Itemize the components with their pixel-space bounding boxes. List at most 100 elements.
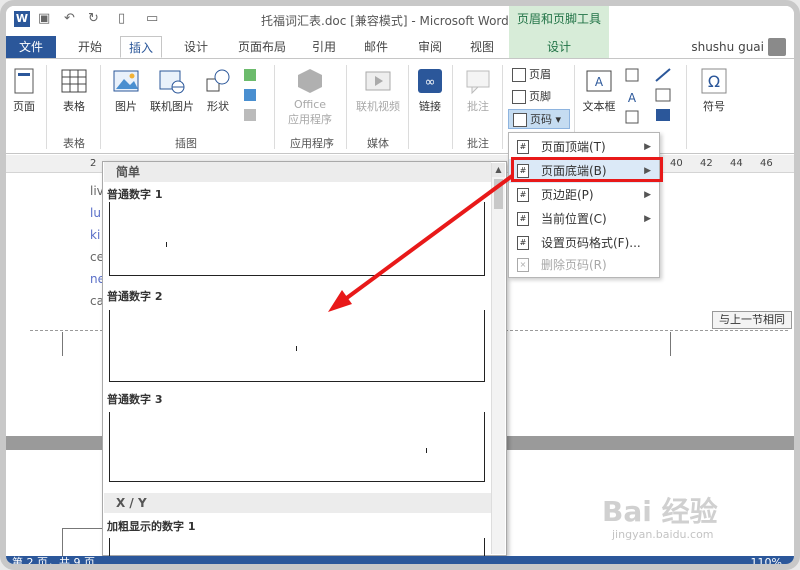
page-count[interactable]: 第 2 页，共 9 页 bbox=[12, 556, 95, 564]
tab-insert[interactable]: 插入 bbox=[120, 36, 163, 58]
online-video-label: 联机视频 bbox=[356, 100, 400, 113]
top-of-page-icon: # bbox=[517, 140, 529, 154]
gallery-item-plain-number-1[interactable] bbox=[109, 202, 485, 276]
new-doc-icon[interactable]: ▯ bbox=[118, 11, 125, 26]
menu-item-label: 删除页码(R) bbox=[541, 258, 607, 272]
footer-label: 页脚 bbox=[529, 90, 551, 103]
menu-item-page-margins[interactable]: # 页边距(P) ▶ bbox=[509, 183, 659, 207]
pages-label: 页面 bbox=[13, 100, 35, 113]
tab-hf-design[interactable]: 设计 bbox=[509, 36, 609, 58]
picture-label: 图片 bbox=[115, 100, 137, 113]
page-margins-icon: # bbox=[517, 188, 529, 202]
page-corner-mark bbox=[62, 332, 63, 356]
scroll-thumb[interactable] bbox=[494, 179, 503, 209]
watermark-logo: Bai 经验 bbox=[602, 495, 718, 528]
header-label: 页眉 bbox=[529, 68, 551, 81]
smartart-icon bbox=[244, 69, 256, 121]
svg-text:A: A bbox=[595, 75, 604, 89]
comment-button[interactable]: 批注 bbox=[458, 67, 498, 114]
ruler-tick: 42 bbox=[700, 158, 713, 169]
signature-button[interactable] bbox=[652, 67, 674, 130]
page-number-marker bbox=[166, 242, 167, 247]
zoom-level[interactable]: 110% bbox=[751, 556, 782, 564]
pages-button[interactable]: 页面 bbox=[10, 67, 38, 114]
quick-parts-button[interactable]: A bbox=[622, 67, 642, 130]
symbol-button[interactable]: Ω 符号 bbox=[694, 67, 734, 114]
scroll-up-icon[interactable]: ▲ bbox=[492, 163, 505, 177]
tab-home[interactable]: 开始 bbox=[70, 36, 110, 58]
office-apps-label-1: Office bbox=[293, 98, 327, 111]
link-label: 链接 bbox=[419, 100, 441, 113]
link-button[interactable]: ∞ 链接 bbox=[412, 67, 448, 114]
menu-item-current-position[interactable]: # 当前位置(C) ▶ bbox=[509, 207, 659, 231]
page-corner-mark bbox=[62, 528, 63, 556]
textbox-button[interactable]: A 文本框 bbox=[578, 67, 620, 114]
gallery-scrollbar[interactable]: ▲ bbox=[491, 163, 505, 554]
office-apps-icon bbox=[298, 69, 322, 93]
current-position-icon: # bbox=[517, 212, 529, 226]
picture-button[interactable]: 图片 bbox=[106, 67, 146, 114]
svg-text:A: A bbox=[628, 91, 637, 105]
tab-file[interactable]: 文件 bbox=[6, 36, 56, 58]
gallery-item-plain-number-3[interactable] bbox=[109, 412, 485, 482]
textbox-label: 文本框 bbox=[582, 100, 616, 113]
tab-view[interactable]: 视图 bbox=[462, 36, 502, 58]
gallery-item-label: 加粗显示的数字 1 bbox=[107, 520, 196, 533]
svg-text:∞: ∞ bbox=[425, 75, 436, 90]
window-title: 托福词汇表.doc [兼容模式] - Microsoft Word bbox=[261, 14, 509, 28]
online-picture-button[interactable]: 联机图片 bbox=[146, 67, 198, 114]
gallery-item-plain-number-2[interactable] bbox=[109, 310, 485, 382]
ruler-tick: 2 bbox=[90, 158, 97, 169]
gallery-section-simple: 简单 bbox=[104, 162, 491, 182]
shapes-button[interactable]: 形状 bbox=[200, 67, 236, 114]
header-button[interactable]: 页眉 bbox=[508, 65, 568, 85]
tab-review[interactable]: 审阅 bbox=[410, 36, 450, 58]
page-number-marker bbox=[296, 346, 297, 351]
omega-icon: Ω bbox=[701, 68, 727, 94]
page-number-marker bbox=[426, 448, 427, 453]
online-picture-label: 联机图片 bbox=[150, 100, 194, 113]
word-app-icon[interactable]: W bbox=[14, 11, 30, 27]
save-icon[interactable]: ▣ bbox=[38, 11, 50, 26]
menu-item-format-page-numbers[interactable]: # 设置页码格式(F)... bbox=[509, 231, 659, 255]
tab-design[interactable]: 设计 bbox=[176, 36, 216, 58]
apps-group-label: 应用程序 bbox=[290, 137, 334, 150]
video-icon bbox=[365, 71, 391, 91]
tab-mailings[interactable]: 邮件 bbox=[356, 36, 396, 58]
comment-label: 批注 bbox=[467, 100, 489, 113]
link-icon: ∞ bbox=[418, 69, 442, 93]
gallery-item-label: 普通数字 1 bbox=[107, 188, 163, 201]
page-icon bbox=[14, 68, 34, 94]
table-button[interactable]: 表格 bbox=[54, 67, 94, 114]
gallery-item-label: 普通数字 3 bbox=[107, 393, 163, 406]
avatar[interactable] bbox=[768, 38, 786, 56]
context-tools-label: 页眉和页脚工具 bbox=[509, 6, 609, 36]
tab-page-layout[interactable]: 页面布局 bbox=[230, 36, 294, 58]
comment-icon bbox=[466, 70, 490, 95]
online-video-button[interactable]: 联机视频 bbox=[352, 67, 404, 114]
office-apps-button[interactable]: Office 应用程序 bbox=[280, 67, 340, 127]
table-group-label: 表格 bbox=[63, 137, 85, 150]
undo-icon[interactable]: ↶ bbox=[64, 11, 75, 26]
page-corner-mark bbox=[62, 528, 102, 529]
gallery-item-label: 普通数字 2 bbox=[107, 290, 163, 303]
user-name[interactable]: shushu guai bbox=[691, 36, 764, 58]
submenu-arrow-icon: ▶ bbox=[644, 214, 651, 224]
watermark-url: jingyan.baidu.com bbox=[612, 528, 714, 541]
redo-icon[interactable]: ↻ bbox=[88, 11, 99, 26]
menu-item-remove-page-numbers[interactable]: × 删除页码(R) bbox=[509, 253, 659, 277]
ribbon-tabs: 文件 开始 插入 设计 页面布局 引用 邮件 审阅 视图 设计 shushu g… bbox=[6, 36, 794, 58]
ruler-tick: 40 bbox=[670, 158, 683, 169]
ribbon-insert: 页面 表格 表格 图片 联机图片 形状 插图 Office 应用程序 应用程序 … bbox=[6, 58, 794, 154]
textbox-icon: A bbox=[586, 70, 612, 92]
ruler-tick: 46 bbox=[760, 158, 773, 169]
media-group-label: 媒体 bbox=[367, 137, 389, 150]
remove-page-numbers-icon: × bbox=[517, 258, 529, 272]
gallery-item-bold-number-1[interactable] bbox=[109, 538, 485, 558]
menu-item-top-of-page[interactable]: # 页面顶端(T) ▶ bbox=[509, 135, 659, 159]
tab-references[interactable]: 引用 bbox=[304, 36, 344, 58]
footer-button[interactable]: 页脚 bbox=[508, 87, 568, 107]
open-icon[interactable]: ▭ bbox=[146, 11, 158, 26]
smartart-button[interactable] bbox=[238, 67, 262, 128]
page-number-button[interactable]: 页码 ▾ bbox=[508, 109, 570, 129]
